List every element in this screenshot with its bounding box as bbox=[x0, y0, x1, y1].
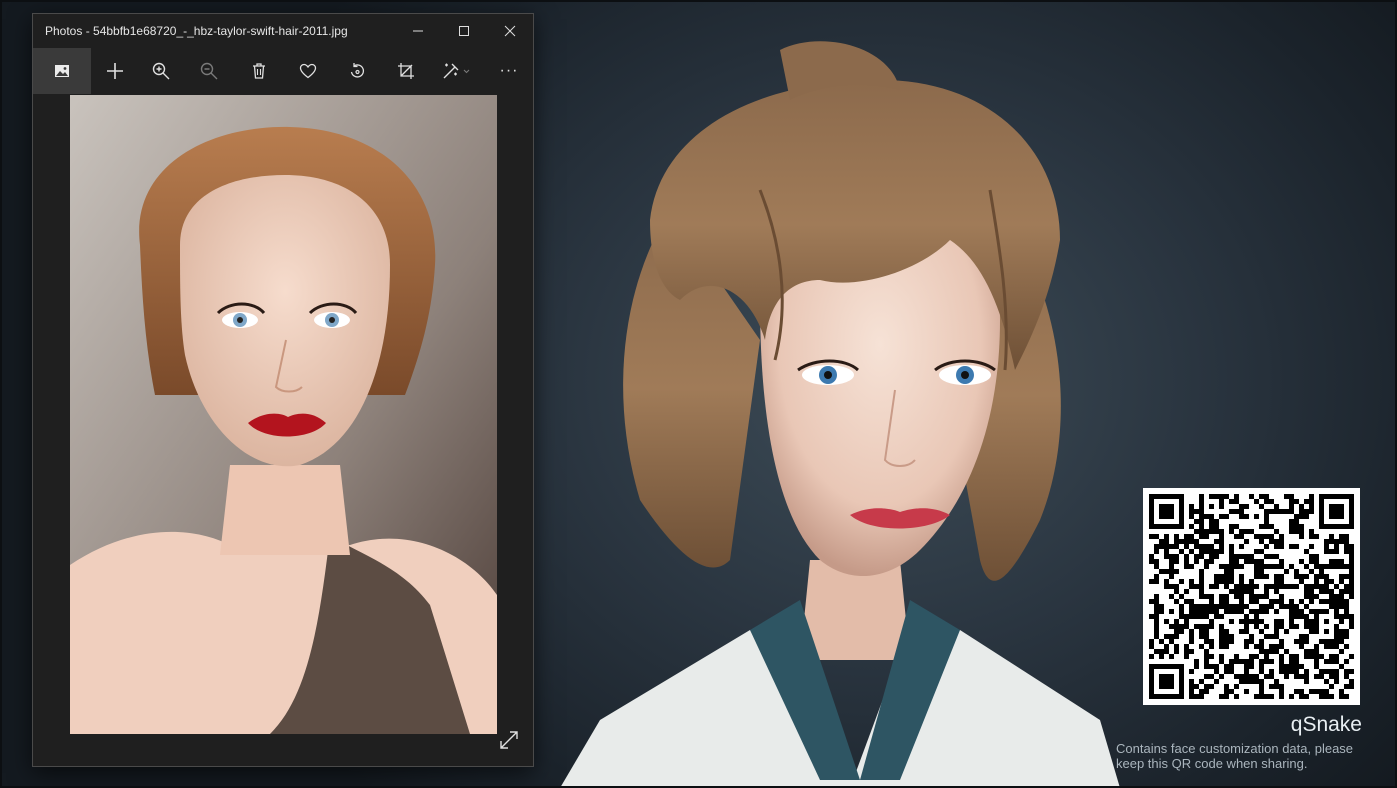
minimize-button[interactable] bbox=[395, 14, 441, 48]
view-photo-button[interactable] bbox=[33, 48, 91, 94]
rotate-button[interactable] bbox=[341, 48, 373, 94]
delete-button[interactable] bbox=[243, 48, 275, 94]
photos-window: Photos - 54bbfb1e68720_-_hbz-taylor-swif… bbox=[32, 13, 534, 767]
close-button[interactable] bbox=[487, 14, 533, 48]
toolbar: ··· bbox=[33, 48, 533, 94]
crop-icon bbox=[398, 63, 414, 79]
favorite-icon bbox=[299, 63, 317, 79]
zoom-in-icon bbox=[152, 62, 170, 80]
minimize-icon bbox=[413, 30, 423, 32]
qr-note: Contains face customization data, please… bbox=[1116, 741, 1354, 771]
close-icon bbox=[504, 25, 516, 37]
displayed-photo bbox=[70, 95, 497, 734]
qr-code bbox=[1143, 488, 1360, 705]
title-bar[interactable]: Photos - 54bbfb1e68720_-_hbz-taylor-swif… bbox=[33, 14, 533, 48]
maximize-button[interactable] bbox=[441, 14, 487, 48]
fullscreen-button[interactable] bbox=[495, 726, 523, 754]
edit-icon bbox=[443, 63, 470, 79]
photo-viewport[interactable] bbox=[33, 94, 533, 766]
add-icon bbox=[107, 63, 123, 79]
qr-title: qSnake bbox=[1290, 713, 1362, 736]
expand-icon bbox=[500, 731, 518, 749]
photo-icon bbox=[55, 65, 69, 77]
zoom-in-button[interactable] bbox=[145, 48, 177, 94]
character-render bbox=[560, 41, 1120, 788]
favorite-button[interactable] bbox=[292, 48, 324, 94]
rotate-icon bbox=[350, 63, 365, 78]
crop-button[interactable] bbox=[390, 48, 422, 94]
zoom-out-icon bbox=[200, 62, 218, 80]
qr-code-pattern bbox=[1149, 494, 1354, 699]
more-button[interactable]: ··· bbox=[493, 48, 525, 94]
edit-button[interactable] bbox=[435, 48, 479, 94]
maximize-icon bbox=[459, 26, 469, 36]
add-button[interactable] bbox=[99, 48, 131, 94]
more-icon: ··· bbox=[499, 62, 519, 79]
window-title: Photos - 54bbfb1e68720_-_hbz-taylor-swif… bbox=[45, 24, 348, 38]
delete-icon bbox=[253, 63, 265, 79]
zoom-out-button[interactable] bbox=[193, 48, 225, 94]
